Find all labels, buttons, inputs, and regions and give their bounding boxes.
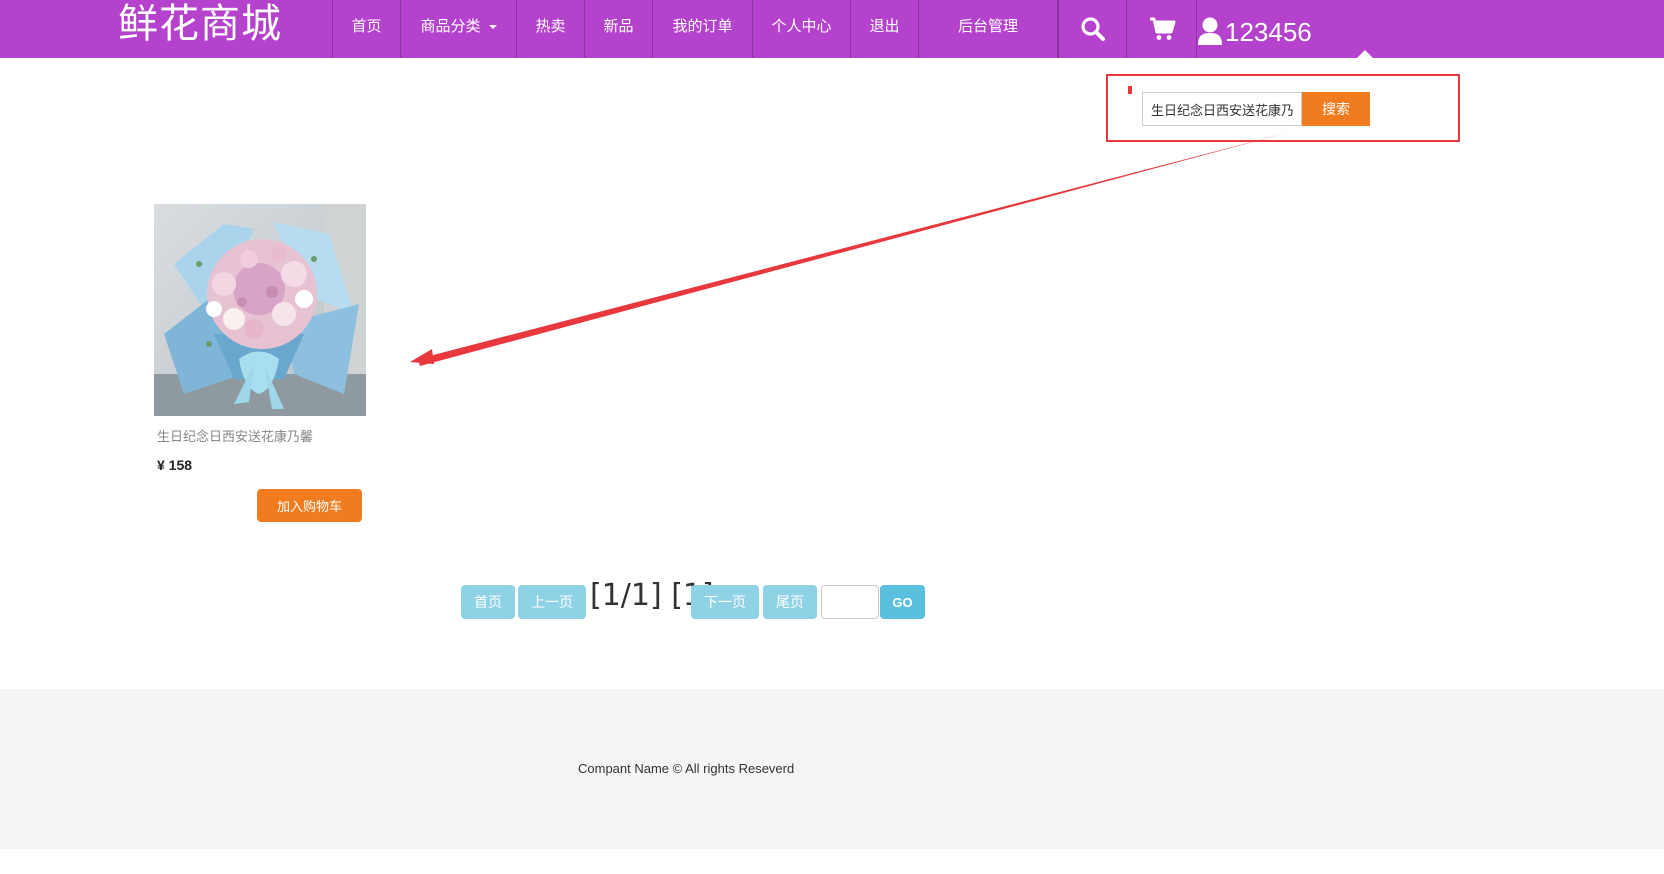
annotation-mark bbox=[1128, 86, 1132, 94]
pagination-last-button[interactable]: 尾页 bbox=[763, 585, 817, 619]
product-price: ¥ 158 bbox=[157, 457, 193, 473]
caret-down-icon bbox=[488, 24, 497, 29]
search-icon bbox=[1080, 17, 1105, 41]
nav-new[interactable]: 新品 bbox=[584, 0, 652, 58]
search-input[interactable] bbox=[1142, 92, 1302, 126]
search-button[interactable]: 搜索 bbox=[1302, 92, 1370, 126]
product-card: 生日纪念日西安送花康乃馨 ¥ 158 加入购物车 bbox=[154, 204, 366, 522]
flower-bouquet-image bbox=[154, 204, 366, 416]
search-panel-highlight: 搜索 bbox=[1106, 74, 1460, 142]
page-number-input[interactable] bbox=[821, 585, 879, 619]
pagination-prev-button[interactable]: 上一页 bbox=[518, 585, 586, 619]
nav-profile-label: 个人中心 bbox=[771, 17, 832, 35]
user-icon bbox=[1198, 17, 1222, 45]
nav-orders[interactable]: 我的订单 bbox=[652, 0, 752, 58]
nav-logout-label: 退出 bbox=[869, 17, 900, 35]
top-navbar: 鲜花商城 首页 商品分类 热卖 新品 我的订单 个人中心 退出 后台管理 123… bbox=[0, 0, 1664, 59]
nav-home[interactable]: 首页 bbox=[332, 0, 400, 58]
nav-orders-label: 我的订单 bbox=[672, 17, 733, 35]
nav-category-label: 商品分类 bbox=[420, 17, 481, 35]
user-menu[interactable]: 123456 bbox=[1196, 0, 1312, 58]
nav-profile[interactable]: 个人中心 bbox=[752, 0, 850, 58]
add-to-cart-button[interactable]: 加入购物车 bbox=[257, 489, 362, 522]
cart-icon bbox=[1149, 17, 1175, 40]
nav-new-label: 新品 bbox=[603, 17, 634, 35]
nav-admin[interactable]: 后台管理 bbox=[918, 0, 1058, 58]
footer-copyright: Compant Name © All rights Reseverd bbox=[578, 761, 795, 776]
pagination-next-button[interactable]: 下一页 bbox=[691, 585, 759, 619]
nav-logout[interactable]: 退出 bbox=[850, 0, 918, 58]
nav-hot-label: 热卖 bbox=[535, 17, 566, 35]
nav-home-label: 首页 bbox=[351, 17, 382, 35]
brand-logo-text[interactable]: 鲜花商城 bbox=[118, 0, 282, 56]
nav-admin-label: 后台管理 bbox=[957, 17, 1018, 35]
username-label: 123456 bbox=[1225, 17, 1312, 47]
footer: Compant Name © All rights Reseverd bbox=[0, 689, 1664, 849]
popup-pointer bbox=[1356, 50, 1374, 59]
nav-category-dropdown[interactable]: 商品分类 bbox=[400, 0, 516, 58]
pagination-first-button[interactable]: 首页 bbox=[461, 585, 515, 619]
search-toggle-button[interactable] bbox=[1058, 0, 1126, 58]
product-name[interactable]: 生日纪念日西安送花康乃馨 bbox=[157, 426, 366, 445]
nav-hot[interactable]: 热卖 bbox=[516, 0, 584, 58]
cart-button[interactable] bbox=[1126, 0, 1196, 58]
pagination-go-button[interactable]: GO bbox=[880, 585, 925, 619]
product-image[interactable] bbox=[154, 204, 366, 416]
